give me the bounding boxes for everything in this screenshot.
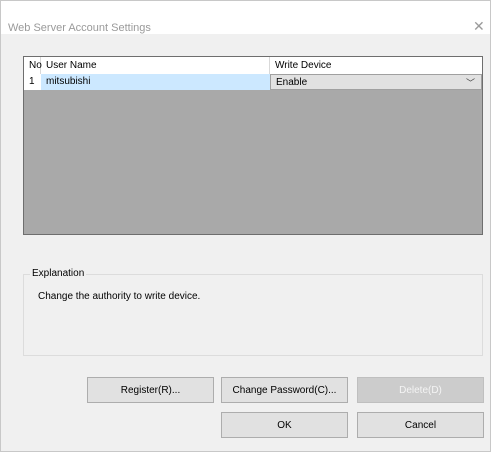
- delete-button: Delete(D): [357, 377, 484, 403]
- explanation-label: Explanation: [30, 268, 87, 279]
- account-table: No User Name Write Device 1 mitsubishi E…: [23, 56, 483, 235]
- close-icon[interactable]: ✕: [473, 18, 485, 35]
- window-title: Web Server Account Settings: [8, 22, 151, 34]
- chevron-down-icon[interactable]: ﹀: [466, 75, 475, 91]
- column-header-write-device: Write Device: [275, 60, 332, 71]
- explanation-group: [23, 274, 483, 356]
- table-header: No User Name Write Device: [24, 57, 482, 75]
- write-device-select[interactable]: Enable ﹀: [270, 74, 482, 90]
- row-no-cell: 1: [29, 76, 35, 87]
- change-password-button[interactable]: Change Password(C)...: [221, 377, 348, 403]
- table-row[interactable]: 1 mitsubishi Enable ﹀: [24, 74, 482, 90]
- cancel-button[interactable]: Cancel: [357, 412, 484, 438]
- column-header-user-name: User Name: [41, 57, 270, 74]
- ok-button[interactable]: OK: [221, 412, 348, 438]
- explanation-text: Change the authority to write device.: [38, 291, 201, 302]
- column-header-no: No: [24, 57, 42, 74]
- title-bar: Web Server Account Settings ✕: [0, 0, 491, 34]
- write-device-value: Enable: [276, 77, 308, 88]
- user-name-cell[interactable]: mitsubishi: [41, 74, 270, 90]
- register-button[interactable]: Register(R)...: [87, 377, 214, 403]
